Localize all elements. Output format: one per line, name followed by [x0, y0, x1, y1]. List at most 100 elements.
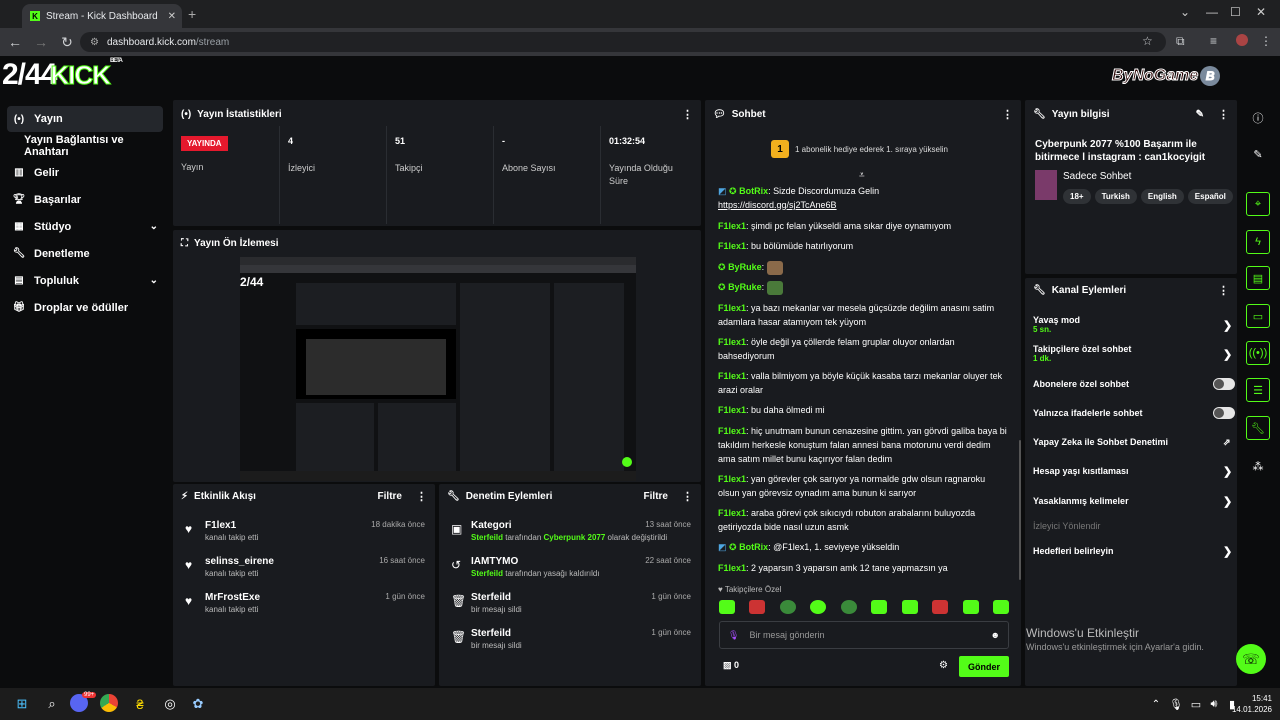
chat-username[interactable]: BotRix	[739, 542, 768, 552]
sidebar-item-drops[interactable]: 🎁︎ Droplar ve ödüller	[0, 294, 170, 321]
profile-avatar[interactable]	[1236, 34, 1248, 46]
chat-username[interactable]: BotRix	[739, 186, 768, 196]
chrome-icon[interactable]	[100, 694, 118, 712]
close-tab-icon[interactable]: ✕	[168, 11, 176, 22]
chat-scrollbar[interactable]	[1019, 440, 1021, 580]
emote-icon[interactable]	[810, 600, 827, 614]
chat-settings-icon[interactable]: ⚙	[939, 660, 948, 671]
chat-username[interactable]: F1lex1	[718, 371, 746, 381]
address-bar[interactable]: ⚙ dashboard.kick.com/stream	[80, 32, 1166, 52]
chat-bubble-icon[interactable]: ▭	[1246, 304, 1270, 328]
chat-input[interactable]: 🎙︎ Bir mesaj gönderin ☻	[719, 621, 1009, 649]
sidebar-item-revenue[interactable]: ▥ Gelir	[0, 159, 170, 186]
emote-icon[interactable]	[840, 600, 857, 614]
app-icon[interactable]: ₴	[130, 694, 150, 714]
reload-icon[interactable]: ↻	[54, 34, 80, 51]
microphone-icon[interactable]: 🎙︎	[728, 630, 739, 641]
add-widget-icon[interactable]: ⁂	[1246, 454, 1270, 478]
emoji-icon[interactable]: ☻	[991, 630, 1000, 640]
filter-button[interactable]: Filtre	[644, 491, 668, 502]
chat-username[interactable]: F1lex1	[718, 563, 746, 573]
slow-mode-row[interactable]: Yavaş mod 5 sn. ❯	[1033, 315, 1232, 334]
emote-icon[interactable]	[992, 600, 1009, 614]
back-icon[interactable]: ←	[2, 34, 28, 50]
filter-button[interactable]: Filtre	[378, 491, 402, 502]
more-options-icon[interactable]: ⋮	[1218, 108, 1229, 121]
obs-icon[interactable]: ◎	[160, 694, 180, 714]
points-indicator[interactable]: ▨ 0	[723, 660, 739, 671]
new-tab-button[interactable]: +	[188, 6, 196, 22]
chevron-down-icon[interactable]: ⌄	[1180, 5, 1190, 19]
more-options-icon[interactable]: ⋮	[682, 490, 693, 503]
clipboard-icon[interactable]: ▤	[1246, 266, 1270, 290]
category-name[interactable]: Sadece Sohbet	[1063, 171, 1131, 182]
raid-icon[interactable]: ⌖	[1246, 192, 1270, 216]
sidebar-item-community[interactable]: ▤ Topluluk ⌄	[0, 267, 170, 294]
chat-username[interactable]: F1lex1	[718, 508, 746, 518]
emote-icon[interactable]	[962, 600, 979, 614]
microphone-icon[interactable]: 🎙︎	[1166, 694, 1186, 714]
app-icon[interactable]: ✿	[188, 694, 208, 714]
chat-username[interactable]: F1lex1	[718, 405, 746, 415]
chat-username[interactable]: F1lex1	[718, 474, 746, 484]
moderator-name[interactable]: Sterfeild	[471, 533, 503, 542]
moderator-name[interactable]: Sterfeild	[471, 569, 503, 578]
volume-icon[interactable]: 🔊︎	[1204, 694, 1224, 714]
sidebar-item-studio[interactable]: ▦ Stüdyo ⌄	[0, 213, 170, 240]
bookmark-star-icon[interactable]: ☆	[1142, 34, 1153, 48]
age-restriction-row[interactable]: Hesap yaşı kısıtlaması ❯	[1033, 466, 1232, 478]
lightning-icon[interactable]: ϟ	[1246, 230, 1270, 254]
activity-user[interactable]: MrFrostExe	[205, 592, 260, 603]
collapse-icon[interactable]: ⩡	[859, 170, 865, 181]
pencil-icon[interactable]: ✎	[1246, 142, 1270, 166]
search-icon[interactable]: ⌕	[42, 694, 62, 714]
sidebar-item-stream-key[interactable]: Yayın Bağlantısı ve Anahtarı	[0, 132, 170, 159]
more-options-icon[interactable]: ⋮	[682, 108, 693, 121]
send-button[interactable]: Gönder	[959, 656, 1009, 677]
emote-icon[interactable]	[871, 600, 888, 614]
chat-username[interactable]: F1lex1	[718, 426, 746, 436]
windows-start-icon[interactable]: ⊞	[12, 694, 32, 714]
emotes-chat-toggle[interactable]	[1213, 407, 1235, 419]
stream-preview-video[interactable]: 2/44	[240, 257, 636, 481]
chat-username[interactable]: ByRuke	[728, 262, 762, 272]
moderation-title[interactable]: Sterfeild	[471, 628, 511, 639]
set-goals-row[interactable]: Hedefleri belirleyin ❯	[1033, 546, 1232, 558]
chat-username[interactable]: F1lex1	[718, 221, 746, 231]
sidebar-item-moderation[interactable]: 🔧︎ Denetleme	[0, 240, 170, 267]
broadcast-icon[interactable]: ((•))	[1246, 341, 1270, 365]
chat-username[interactable]: F1lex1	[718, 241, 746, 251]
site-settings-icon[interactable]: ⚙	[90, 37, 99, 48]
emote-icon[interactable]	[901, 600, 918, 614]
more-options-icon[interactable]: ⋮	[416, 490, 427, 503]
sidebar-item-stream[interactable]: (•) Yayın	[7, 106, 163, 132]
media-icon[interactable]: ≡	[1210, 34, 1217, 48]
ai-moderation-row[interactable]: Yapay Zeka ile Sohbet Denetimi ⇗	[1033, 437, 1231, 447]
moderation-title[interactable]: IAMTYMO	[471, 556, 518, 567]
chat-username[interactable]: ByRuke	[728, 282, 762, 292]
extensions-icon[interactable]: ⧉	[1176, 34, 1185, 49]
system-clock[interactable]: 15:41 14.01.2026	[1228, 693, 1272, 715]
emote-icon[interactable]	[779, 600, 796, 614]
tray-chevron-icon[interactable]: ⌃	[1146, 694, 1166, 714]
browser-tab[interactable]: K Stream - Kick Dashboard ✕	[22, 4, 182, 28]
gift-leaderboard-banner[interactable]: 1 1 abonelik hediye ederek 1. sıraya yük…	[771, 140, 948, 158]
chat-link[interactable]: https://discord.gg/sj2TcAne6B	[718, 200, 837, 210]
wrench-icon[interactable]: 🔧︎	[1246, 416, 1270, 440]
more-options-icon[interactable]: ⋮	[1218, 284, 1229, 297]
moderation-title[interactable]: Sterfeild	[471, 592, 511, 603]
info-icon[interactable]: ⓘ	[1246, 106, 1270, 130]
support-chat-icon[interactable]: ☏	[1236, 644, 1266, 674]
chat-username[interactable]: F1lex1	[718, 337, 746, 347]
forward-icon[interactable]: →	[28, 34, 54, 50]
category-thumbnail[interactable]	[1035, 170, 1057, 200]
activity-user[interactable]: F1lex1	[205, 520, 236, 531]
layout-icon[interactable]: ☰	[1246, 378, 1270, 402]
activity-user[interactable]: selinss_eirene	[205, 556, 274, 567]
close-window-icon[interactable]: ✕	[1256, 5, 1266, 19]
emote-icon[interactable]	[719, 600, 735, 614]
network-icon[interactable]: ▭	[1186, 694, 1206, 714]
banned-words-row[interactable]: Yasaklanmış kelimeler ❯	[1033, 496, 1232, 508]
more-options-icon[interactable]: ⋮	[1002, 108, 1013, 121]
sidebar-item-achievements[interactable]: 🏆︎ Başarılar	[0, 186, 170, 213]
